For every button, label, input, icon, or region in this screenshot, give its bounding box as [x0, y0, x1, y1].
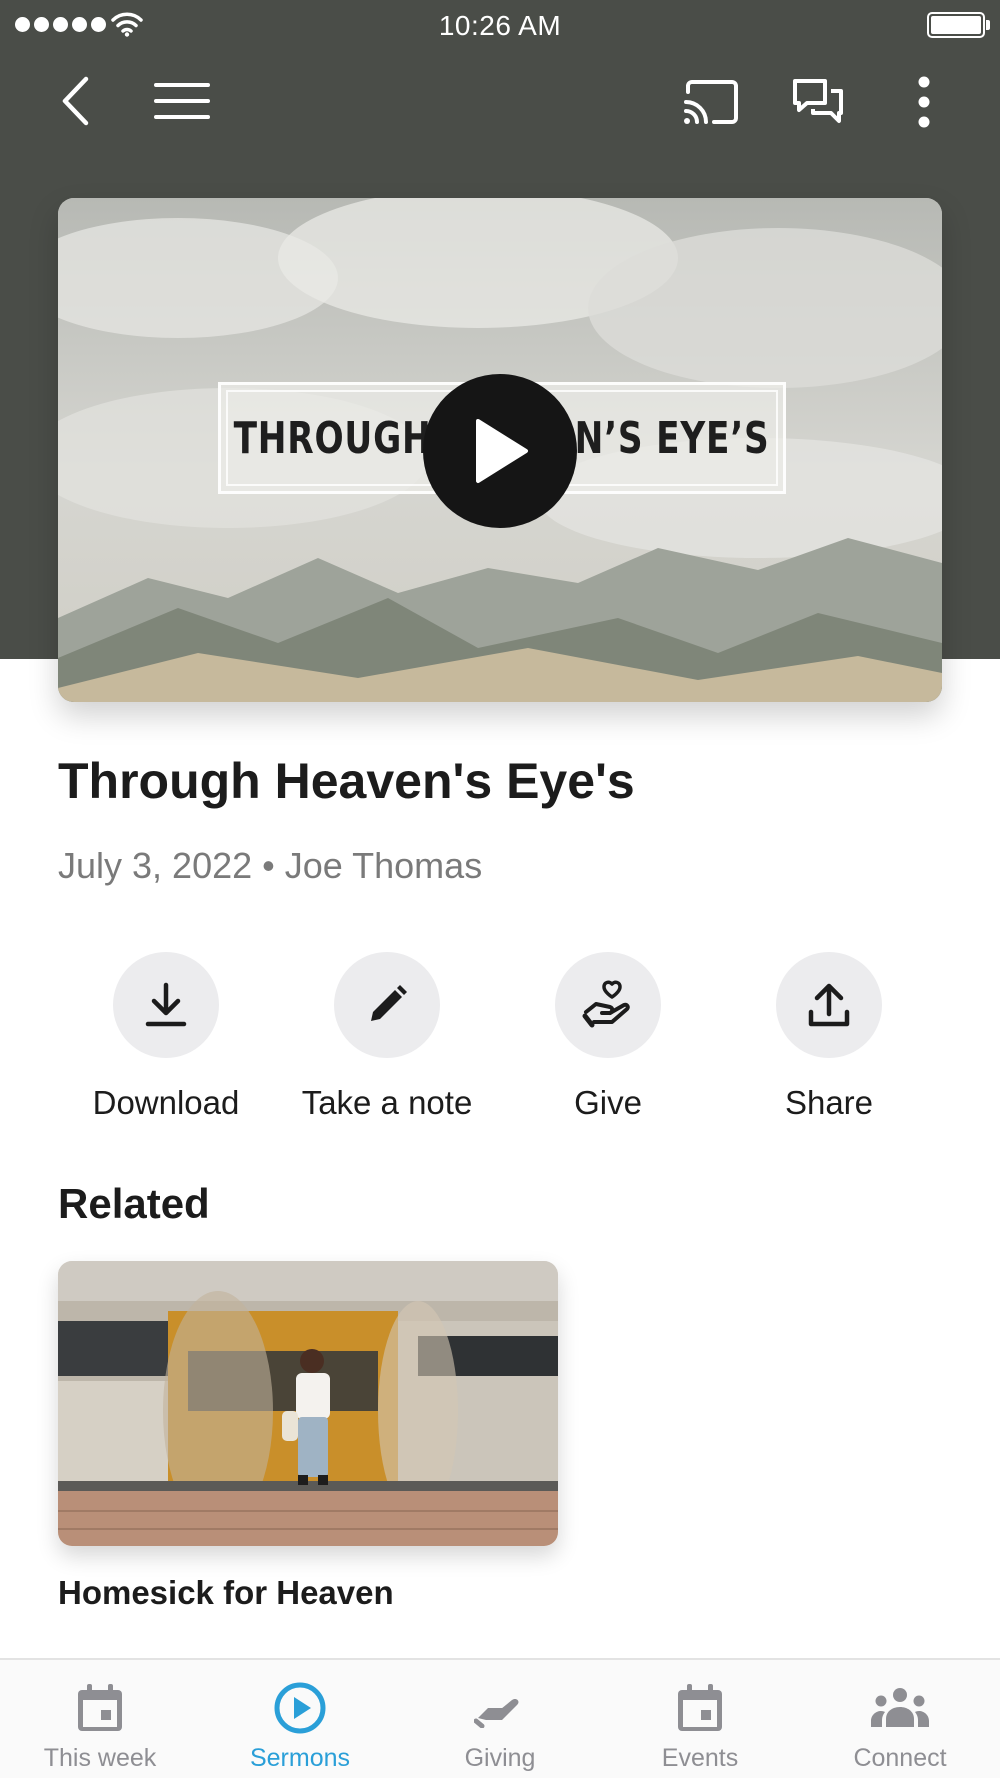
share-circle [776, 952, 882, 1058]
tab-label: Giving [464, 1744, 536, 1772]
download-icon [145, 982, 187, 1027]
more-vertical-icon [918, 76, 930, 128]
bottom-tab-bar: This week Sermons Giving Events Connect [0, 1658, 1000, 1778]
battery-tip [986, 20, 990, 30]
related-sermon-thumbnail [58, 1261, 558, 1546]
share-icon [808, 983, 850, 1027]
play-circle-icon [274, 1682, 326, 1734]
action-label: Give [574, 1084, 642, 1121]
status-time: 10:26 AM [438, 10, 562, 41]
download-button[interactable]: Download [56, 952, 276, 1122]
download-circle [113, 952, 219, 1058]
play-icon [476, 419, 528, 483]
status-bar: 10:26 AM [0, 0, 1000, 50]
giving-hand-icon [474, 1698, 519, 1728]
action-label: Share [784, 1084, 874, 1121]
hamburger-menu-icon [154, 83, 210, 119]
action-label: Take a note [301, 1084, 473, 1121]
battery-icon [927, 12, 985, 38]
take-note-circle [334, 952, 440, 1058]
sermon-date: July 3, 2022 [58, 845, 253, 886]
pencil-icon [371, 985, 407, 1021]
more-options-button[interactable] [904, 74, 944, 130]
hand-heart-icon [582, 980, 630, 1028]
tab-sermons[interactable]: Sermons [200, 1660, 400, 1778]
sermon-video-player[interactable]: THROUGH HEAVEN’S EYE’S [58, 198, 942, 702]
sermon-speaker: Joe Thomas [284, 845, 483, 886]
share-button[interactable]: Share [719, 952, 939, 1122]
tab-connect[interactable]: Connect [800, 1660, 1000, 1778]
calendar-icon [678, 1684, 722, 1731]
meta-separator: • [262, 845, 275, 886]
menu-button[interactable] [150, 74, 214, 128]
take-note-button[interactable]: Take a note [277, 952, 497, 1122]
tab-label: Sermons [249, 1744, 351, 1772]
tab-giving[interactable]: Giving [400, 1660, 600, 1778]
give-button[interactable]: Give [498, 952, 718, 1122]
play-button[interactable] [423, 374, 577, 528]
related-sermon-card[interactable]: Homesick for Heaven [58, 1261, 558, 1612]
related-heading: Related [58, 1180, 210, 1227]
give-circle [555, 952, 661, 1058]
train-platform-image [58, 1261, 558, 1546]
chevron-left-icon [62, 76, 89, 126]
tab-events[interactable]: Events [600, 1660, 800, 1778]
related-sermon-title: Homesick for Heaven [58, 1574, 394, 1611]
cast-button[interactable] [676, 74, 746, 130]
tab-label: This week [43, 1744, 157, 1772]
tab-label: Connect [853, 1744, 947, 1772]
chat-bubbles-icon [793, 79, 843, 123]
chat-button[interactable] [786, 74, 850, 130]
back-button[interactable] [50, 70, 100, 132]
action-label: Download [92, 1084, 240, 1121]
group-icon [871, 1688, 929, 1727]
tab-label: Events [661, 1744, 739, 1772]
sermon-title: Through Heaven's Eye's [58, 753, 635, 809]
tab-this-week[interactable]: This week [0, 1660, 200, 1778]
calendar-icon [78, 1684, 122, 1731]
sermon-meta: July 3, 2022 • Joe Thomas [58, 845, 482, 887]
sermon-actions: Download Take a note Give Share [58, 952, 942, 1132]
cast-icon [684, 80, 738, 124]
